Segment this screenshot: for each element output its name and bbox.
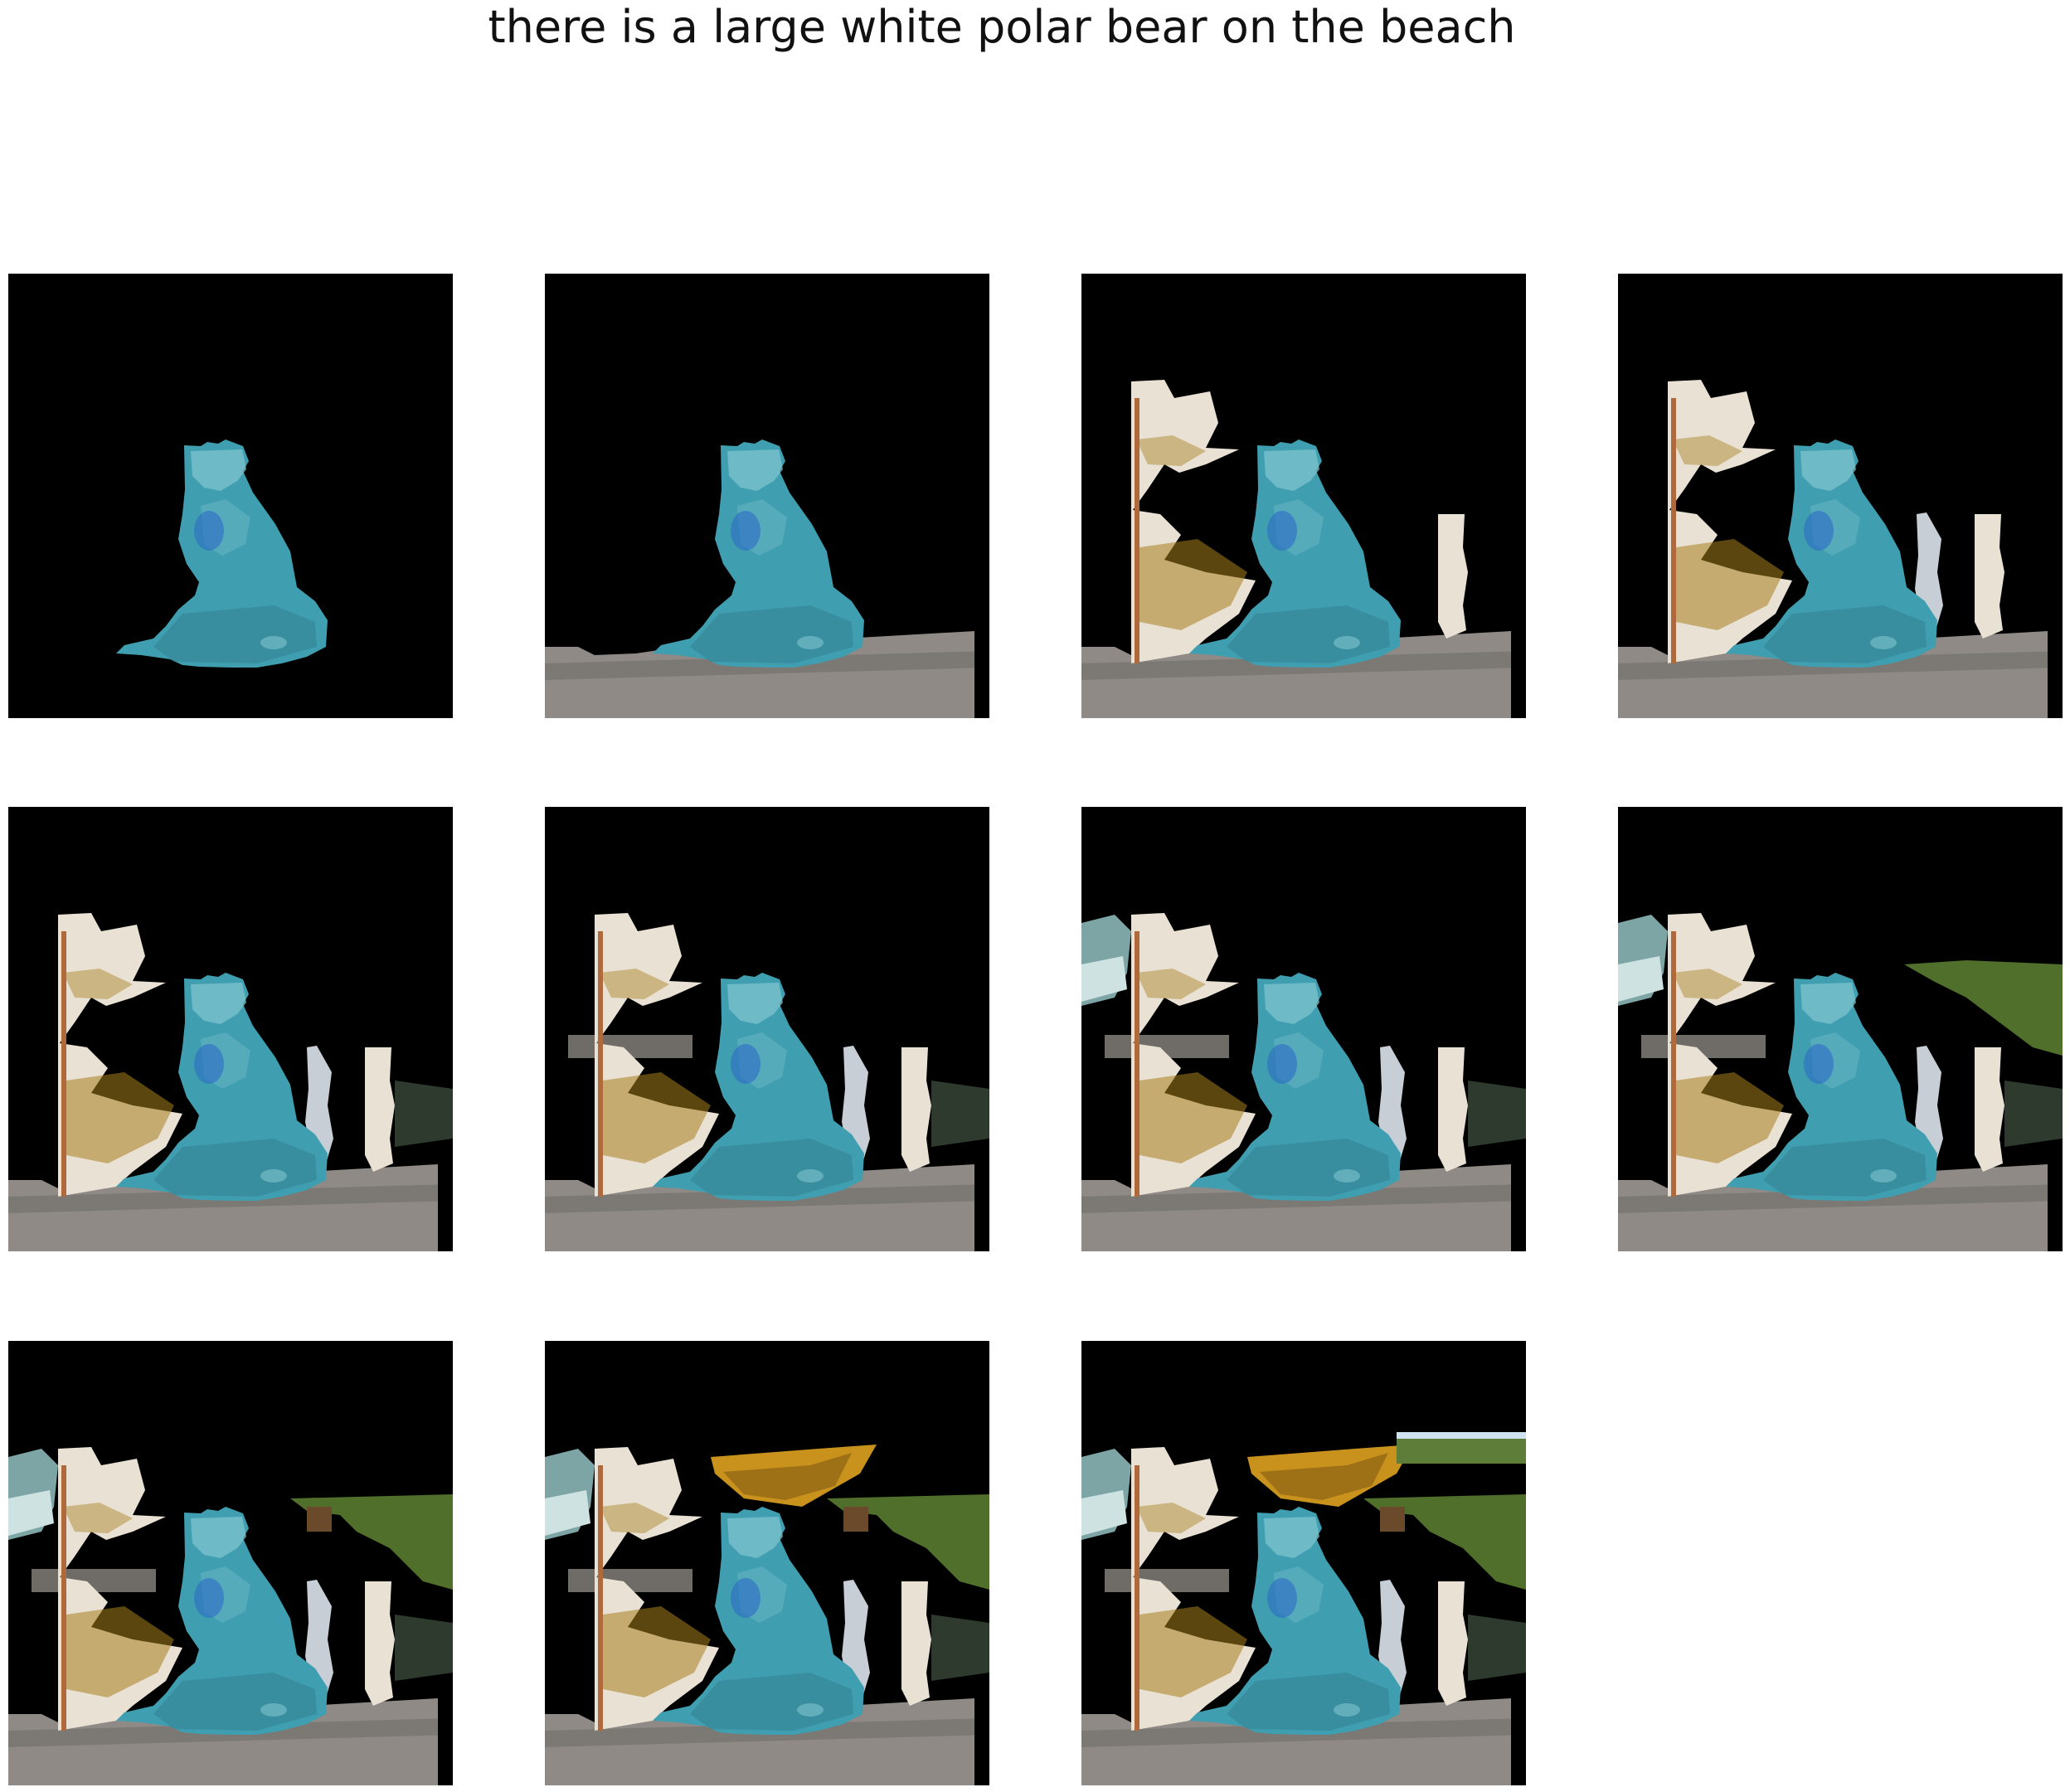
composite-panel-step-11 bbox=[1081, 1341, 1526, 1785]
composite-panel-step-2 bbox=[545, 274, 989, 718]
water-sliver bbox=[1438, 1047, 1468, 1172]
dark-pool bbox=[1468, 1081, 1526, 1147]
water-sliver bbox=[365, 1047, 395, 1172]
dark-pool bbox=[931, 1615, 989, 1681]
composite-panel-step-5 bbox=[8, 807, 453, 1251]
composite-panel-step-8 bbox=[1618, 807, 2063, 1251]
panel-image bbox=[8, 274, 453, 718]
composite-panel-step-3 bbox=[1081, 274, 1526, 718]
dark-pool bbox=[2004, 1081, 2063, 1147]
composite-panel-step-7 bbox=[1081, 807, 1526, 1251]
panel-image bbox=[8, 807, 453, 1251]
dark-pool bbox=[395, 1615, 453, 1681]
water-sliver bbox=[1975, 514, 2004, 639]
panel-image bbox=[1081, 1341, 1526, 1785]
water-sliver bbox=[901, 1047, 931, 1172]
composite-panel-step-4 bbox=[1618, 274, 2063, 718]
panel-image bbox=[1618, 274, 2063, 718]
panel-image bbox=[1081, 807, 1526, 1251]
water-sliver bbox=[1438, 514, 1468, 639]
tree-strip bbox=[1397, 1432, 1526, 1464]
dark-pool bbox=[395, 1081, 453, 1147]
panel-image bbox=[545, 807, 989, 1251]
water-sliver bbox=[901, 1581, 931, 1706]
composite-panel-step-1 bbox=[8, 274, 453, 718]
composite-panel-step-9 bbox=[8, 1341, 453, 1785]
dark-pool bbox=[931, 1081, 989, 1147]
panel-image bbox=[545, 274, 989, 718]
panel-image bbox=[8, 1341, 453, 1785]
water-sliver bbox=[1975, 1047, 2004, 1172]
figure-title: there is a large white polar bear on the… bbox=[488, 1, 1516, 53]
panel-image bbox=[1081, 274, 1526, 718]
water-sliver bbox=[365, 1581, 395, 1706]
dark-pool bbox=[1468, 1615, 1526, 1681]
composite-panel-step-6 bbox=[545, 807, 989, 1251]
water-sliver bbox=[1438, 1581, 1468, 1706]
panel-image bbox=[545, 1341, 989, 1785]
composite-panel-step-10 bbox=[545, 1341, 989, 1785]
panel-image bbox=[1618, 807, 2063, 1251]
